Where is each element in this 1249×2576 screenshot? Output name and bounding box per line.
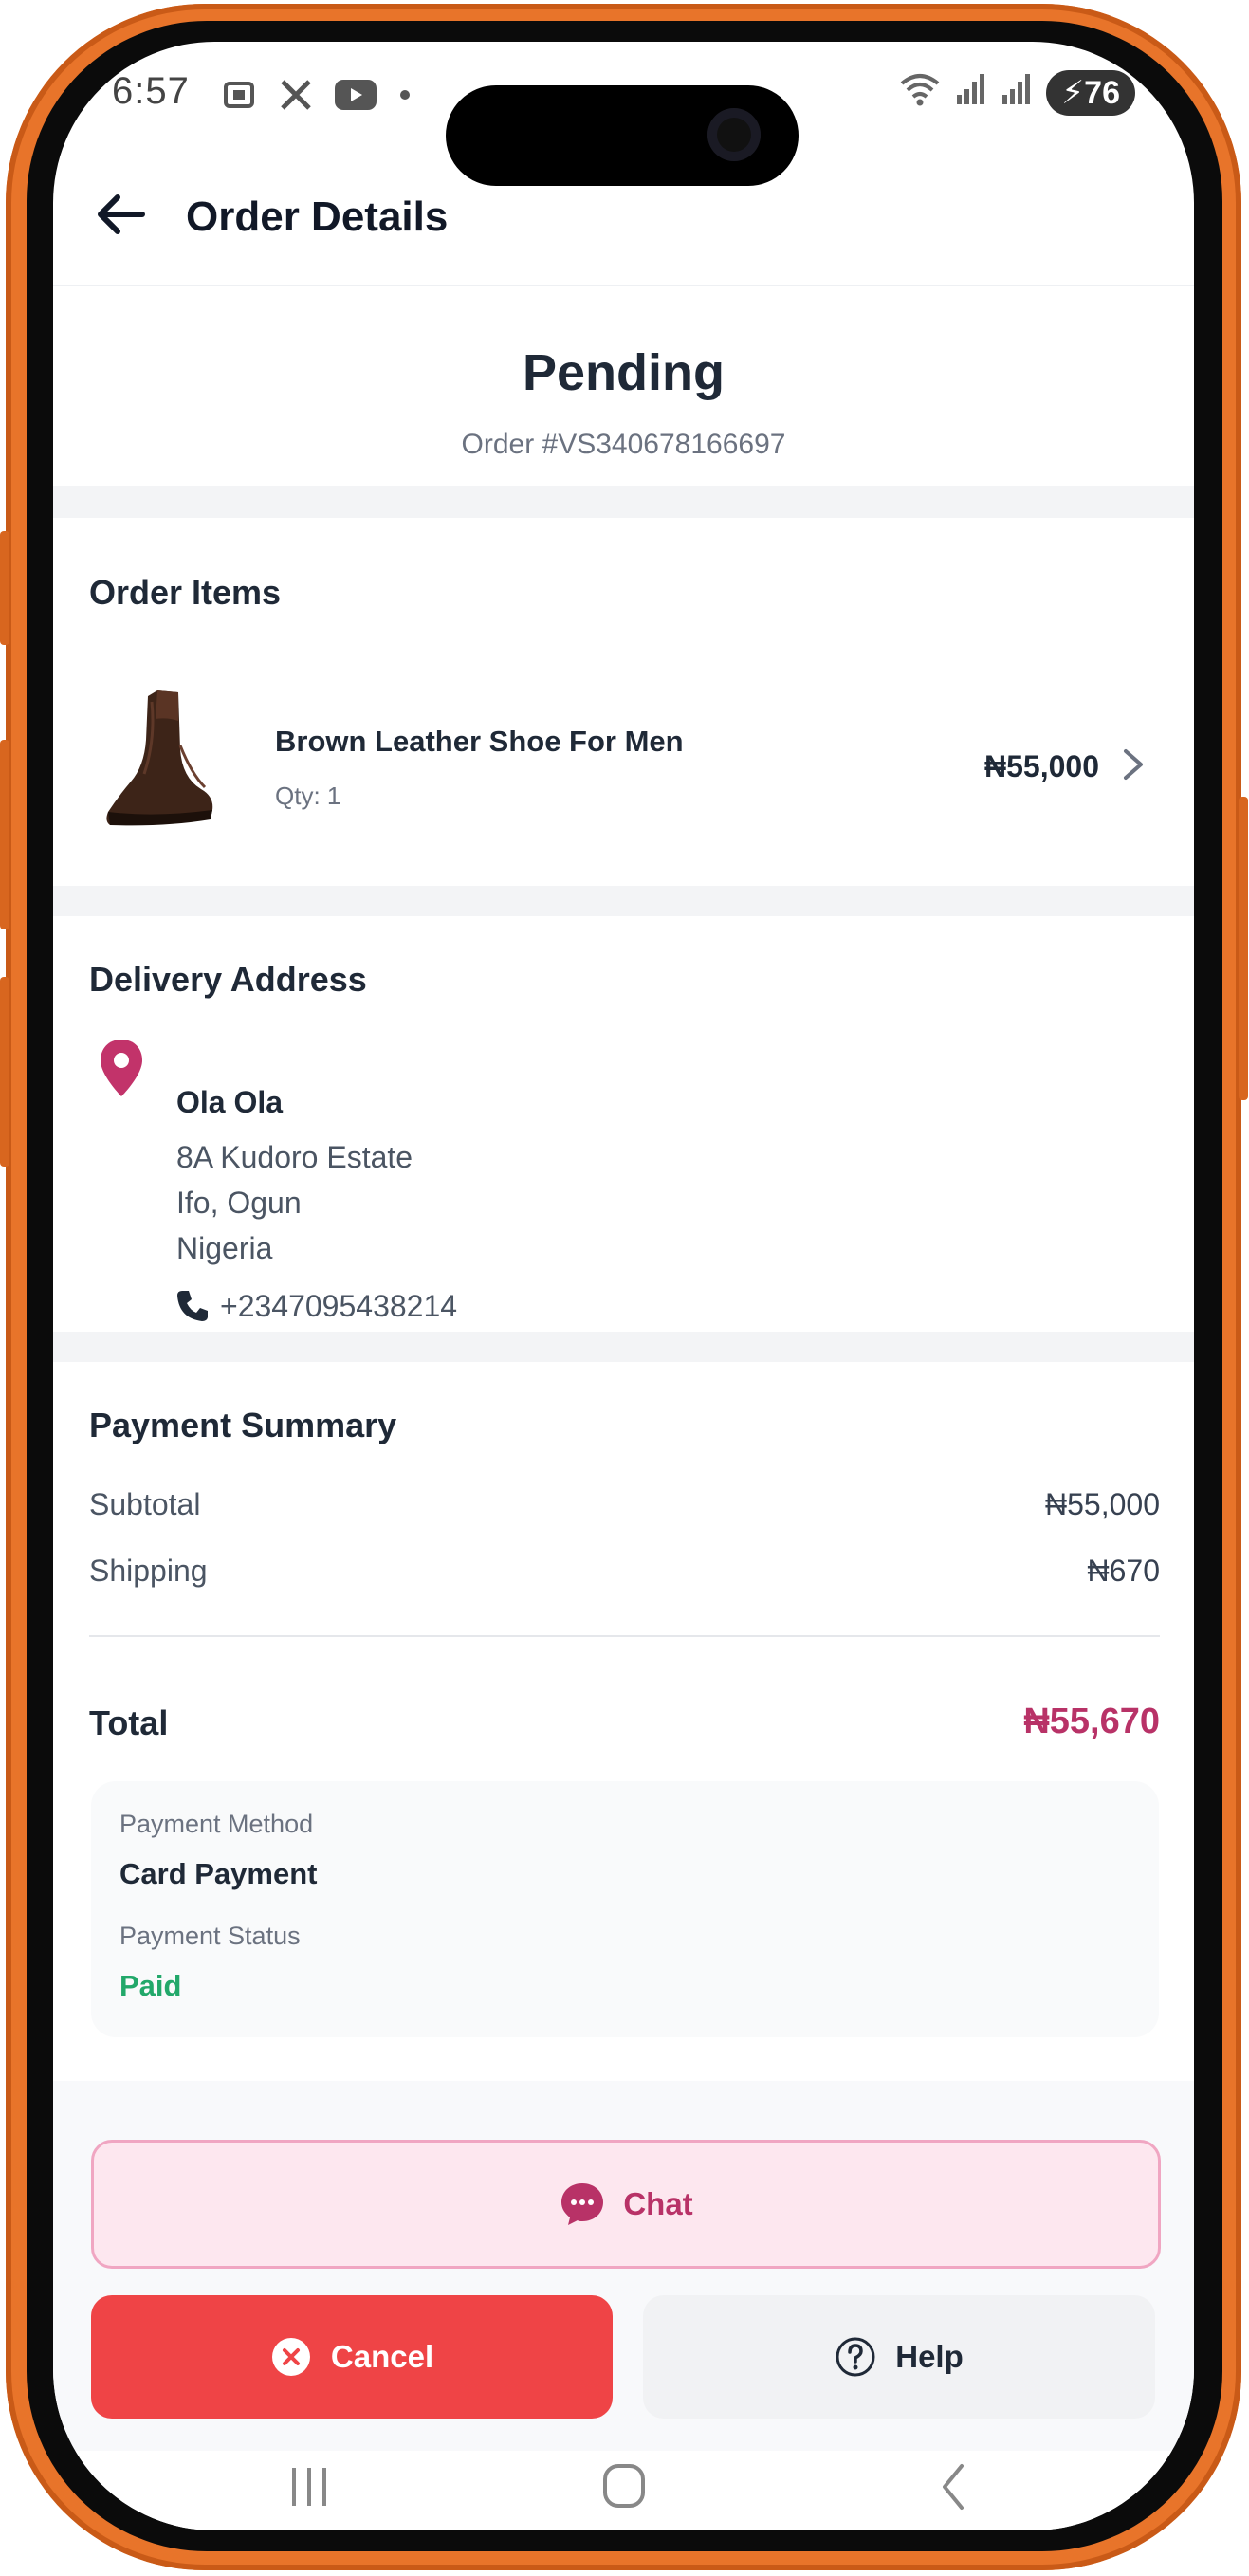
subtotal-value: ₦55,000 [1045, 1487, 1160, 1521]
order-status: Pending [523, 344, 725, 401]
payment-status-value: Paid [119, 1969, 182, 2002]
side-button [1239, 797, 1248, 1100]
address-line: 8A Kudoro Estate [176, 1140, 413, 1174]
item-qty: Qty: 1 [275, 782, 341, 810]
side-button [0, 740, 9, 929]
chat-button[interactable]: Chat [91, 2140, 1161, 2269]
order-status-block: Pending Order #VS340678166697 [53, 286, 1194, 486]
system-nav-bar [53, 2451, 1194, 2530]
status-time: 6:57 [112, 70, 190, 112]
total-value: ₦55,670 [1023, 1702, 1160, 1741]
dot-icon [398, 88, 412, 106]
delivery-address-title: Delivery Address [89, 960, 367, 999]
location-pin-icon [101, 1040, 142, 1096]
action-bar: Chat Cancel Help [53, 2081, 1194, 2451]
back-nav-icon[interactable] [926, 2460, 983, 2513]
phone-number: +2347095438214 [220, 1288, 458, 1323]
battery-level: 76 [1084, 75, 1120, 111]
item-price: ₦55,000 [984, 749, 1099, 783]
help-icon [836, 2337, 875, 2377]
shipping-value: ₦670 [1087, 1554, 1161, 1588]
cancel-label: Cancel [330, 2339, 434, 2374]
screenshot-icon [220, 76, 258, 119]
arrow-left-icon [98, 194, 145, 234]
app-header: Order Details [53, 146, 1194, 286]
side-button [0, 977, 9, 1167]
battery-indicator: ⚡76 [1046, 70, 1135, 116]
status-left-icons [220, 76, 412, 119]
back-button[interactable] [91, 184, 152, 245]
order-items-title: Order Items [89, 573, 282, 612]
section-divider [53, 1332, 1194, 1362]
phone-icon [177, 1291, 208, 1321]
phone-row: +2347095438214 [174, 1288, 457, 1324]
summary-divider [89, 1635, 1160, 1637]
help-label: Help [895, 2339, 964, 2374]
item-name: Brown Leather Shoe For Men [275, 725, 684, 758]
youtube-icon [334, 79, 377, 116]
screen: 6:57 ⚡76 Order Details Pending Order #VS… [53, 42, 1194, 2530]
wifi-icon [898, 70, 942, 116]
payment-status-label: Payment Status [119, 1922, 301, 1950]
x-icon [279, 78, 313, 117]
chat-icon [561, 2183, 604, 2225]
address-line: Nigeria [176, 1231, 273, 1265]
side-button [0, 531, 9, 645]
signal-icon [1001, 72, 1033, 114]
address-line: Ifo, Ogun [176, 1186, 302, 1220]
chat-label: Chat [623, 2186, 693, 2221]
order-number: Order #VS340678166697 [461, 429, 786, 460]
signal-icon [955, 72, 987, 114]
total-label: Total [89, 1703, 169, 1742]
payment-summary-title: Payment Summary [89, 1406, 397, 1444]
payment-info-box: Payment Method Card Payment Payment Stat… [91, 1781, 1159, 2037]
status-right-icons: ⚡76 [898, 70, 1135, 116]
section-divider [53, 486, 1194, 518]
help-button[interactable]: Help [643, 2295, 1155, 2419]
product-image [106, 690, 213, 826]
subtotal-label: Subtotal [89, 1487, 201, 1521]
shipping-label: Shipping [89, 1554, 208, 1588]
recent-apps-icon[interactable] [281, 2460, 338, 2513]
recipient-name: Ola Ola [176, 1085, 284, 1119]
payment-method-value: Card Payment [119, 1857, 318, 1890]
cancel-button[interactable]: Cancel [91, 2295, 613, 2419]
page-title: Order Details [186, 193, 449, 240]
home-icon[interactable] [596, 2460, 652, 2513]
close-circle-icon [271, 2338, 310, 2376]
section-divider [53, 886, 1194, 916]
payment-method-label: Payment Method [119, 1810, 314, 1838]
chevron-right-icon [1124, 749, 1143, 780]
